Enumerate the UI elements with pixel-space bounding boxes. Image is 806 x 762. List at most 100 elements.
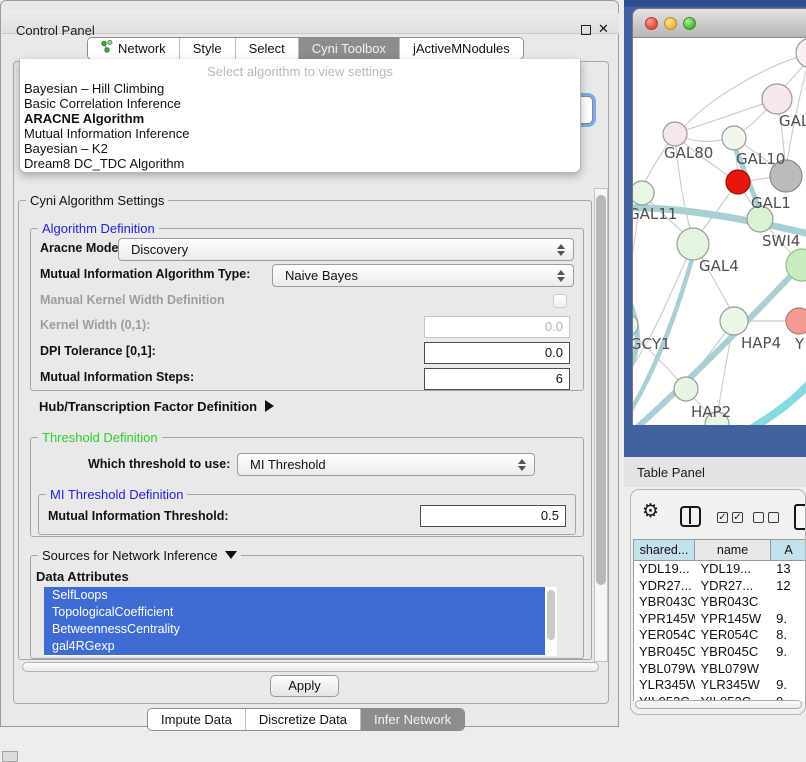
table-row[interactable]: YLR345WYLR345W9. bbox=[634, 677, 806, 694]
table-cell: YBR043C bbox=[634, 594, 695, 611]
network-node[interactable] bbox=[720, 307, 748, 335]
tab-discretize-data[interactable]: Discretize Data bbox=[245, 709, 360, 730]
table-horizontal-scrollbar[interactable] bbox=[635, 700, 802, 709]
table-row[interactable]: YER054CYER054C8. bbox=[634, 627, 806, 644]
gear-icon[interactable]: ⚙ bbox=[642, 500, 659, 523]
tab-select[interactable]: Select bbox=[235, 38, 298, 59]
sources-toggle[interactable]: Sources for Network Inference bbox=[38, 548, 241, 563]
aracne-mode-select[interactable]: Discovery bbox=[118, 238, 574, 261]
attribute-item[interactable]: gal4RGexp bbox=[44, 638, 545, 655]
table-cell: 9. bbox=[771, 677, 806, 694]
table-row[interactable]: YPR145WYPR145W9. bbox=[634, 611, 806, 628]
column-header[interactable]: A bbox=[771, 539, 806, 561]
mi-type-select[interactable]: Naive Bayes bbox=[272, 264, 574, 287]
tab-impute-data[interactable]: Impute Data bbox=[148, 709, 245, 730]
manual-kernel-checkbox[interactable] bbox=[553, 294, 567, 308]
table-cell: YPR145W bbox=[695, 611, 771, 628]
network-node[interactable] bbox=[663, 122, 687, 146]
tab-label: Cyni Toolbox bbox=[312, 38, 386, 59]
node-label: GAL bbox=[779, 112, 806, 130]
table-cell: YBR045C bbox=[695, 644, 771, 661]
network-canvas[interactable]: GALGAL80GAL10GAL1GAL11SWI4GAL4HAP4YGCY1H… bbox=[633, 38, 806, 425]
network-node[interactable] bbox=[722, 126, 746, 150]
table-row[interactable]: YBR045CYBR045C9. bbox=[634, 644, 806, 661]
column-header[interactable]: name bbox=[695, 539, 771, 561]
network-node[interactable] bbox=[762, 84, 792, 114]
apply-button[interactable]: Apply bbox=[270, 675, 339, 697]
zoom-traffic-light-icon[interactable] bbox=[683, 17, 696, 30]
table-row[interactable]: YBL079WYBL079W bbox=[634, 661, 806, 678]
table-cell: 13 bbox=[771, 561, 806, 578]
aracne-mode-value: Discovery bbox=[131, 242, 188, 257]
popup-item[interactable]: Mutual Information Inference bbox=[20, 126, 580, 141]
popup-item[interactable]: ARACNE Algorithm bbox=[20, 111, 580, 126]
popup-item[interactable]: Bayesian – Hill Climbing bbox=[20, 81, 580, 96]
popup-item[interactable]: Basic Correlation Inference bbox=[20, 96, 580, 111]
mi-threshold-field[interactable]: 0.5 bbox=[420, 505, 566, 527]
network-node[interactable] bbox=[726, 170, 750, 194]
popup-item[interactable]: Dream8 DC_TDC Algorithm bbox=[20, 156, 580, 171]
deselect-all-checkboxes-icon[interactable] bbox=[753, 512, 779, 523]
which-threshold-label: Which threshold to use: bbox=[88, 457, 230, 471]
panel-title: Control Panel bbox=[16, 23, 95, 38]
tab-cyni-toolbox[interactable]: Cyni Toolbox bbox=[298, 38, 399, 59]
network-node[interactable] bbox=[674, 377, 698, 401]
data-attributes-list[interactable]: SelfLoopsTopologicalCoefficientBetweenne… bbox=[44, 587, 557, 656]
dpi-tolerance-label: DPI Tolerance [0,1]: bbox=[40, 344, 156, 358]
scrollbar-thumb[interactable] bbox=[596, 195, 606, 585]
network-node[interactable] bbox=[786, 308, 806, 334]
float-icon[interactable] bbox=[581, 25, 591, 35]
table-cell: YER054C bbox=[634, 627, 695, 644]
spinner-icon bbox=[557, 269, 565, 283]
network-node[interactable] bbox=[677, 228, 709, 260]
tab-label: Infer Network bbox=[374, 709, 451, 730]
table-cell: YDL19... bbox=[695, 561, 771, 578]
column-header[interactable]: shared... bbox=[633, 539, 695, 561]
select-all-checkboxes-icon[interactable]: ✓ ✓ bbox=[717, 512, 743, 523]
node-label: HAP2 bbox=[691, 403, 731, 421]
table-panel-card: ⚙ ✓ ✓ shared...nameA YDL19...YDL19...13Y… bbox=[630, 489, 806, 715]
aracne-mode-label: Aracne Mode: bbox=[40, 241, 123, 255]
attribute-item[interactable]: SelfLoops bbox=[44, 587, 545, 604]
mi-steps-label: Mutual Information Steps: bbox=[40, 370, 194, 384]
table-row[interactable]: YDL19...YDL19...13 bbox=[634, 561, 806, 578]
close-icon[interactable]: ✕ bbox=[598, 21, 609, 37]
which-threshold-select[interactable]: MI Threshold bbox=[237, 453, 535, 476]
table-cell: YPR145W bbox=[634, 611, 695, 628]
network-node[interactable] bbox=[796, 38, 806, 68]
tab-style[interactable]: Style bbox=[179, 38, 235, 59]
attribute-item[interactable]: TopologicalCoefficient bbox=[44, 604, 545, 621]
popup-item[interactable]: Bayesian – K2 bbox=[20, 141, 580, 156]
collapse-arrow-icon[interactable] bbox=[225, 551, 237, 559]
hub-definition-toggle[interactable]: Hub/Transcription Factor Definition bbox=[39, 399, 274, 414]
tab-infer-network[interactable]: Infer Network bbox=[360, 709, 464, 730]
sources-title: Sources for Network Inference bbox=[42, 548, 218, 563]
network-node[interactable] bbox=[633, 181, 654, 205]
list-scrollbar-thumb[interactable] bbox=[547, 590, 555, 640]
minimized-window-icon[interactable] bbox=[2, 751, 18, 762]
table-cell: YDR27... bbox=[634, 578, 695, 595]
expand-arrow-icon[interactable] bbox=[265, 400, 274, 412]
tab-label: jActiveMNodules bbox=[413, 38, 510, 59]
network-view-window: GALGAL80GAL10GAL1GAL11SWI4GAL4HAP4YGCY1H… bbox=[632, 8, 806, 425]
popup-placeholder: Select algorithm to view settings bbox=[20, 59, 580, 81]
file-icon[interactable] bbox=[794, 504, 806, 530]
mi-steps-field[interactable]: 6 bbox=[424, 368, 570, 390]
minimize-traffic-light-icon[interactable] bbox=[664, 17, 677, 30]
checked-box-icon: ✓ bbox=[732, 512, 743, 523]
screen: Control Panel ✕ NetworkStyleSelect Cyni T… bbox=[0, 0, 806, 762]
dpi-tolerance-field[interactable]: 0.0 bbox=[424, 342, 570, 364]
settings-vertical-scrollbar[interactable] bbox=[594, 188, 608, 662]
network-window-titlebar[interactable] bbox=[633, 9, 806, 38]
attribute-item[interactable]: BetweennessCentrality bbox=[44, 621, 545, 638]
tab-jactivemnodules[interactable]: jActiveMNodules bbox=[399, 38, 523, 59]
tab-network[interactable]: Network bbox=[88, 38, 179, 59]
control-panel-tabbar: NetworkStyleSelect Cyni Toolbox jActiveMNo… bbox=[87, 37, 524, 60]
close-traffic-light-icon[interactable] bbox=[645, 17, 658, 30]
node-label: GAL4 bbox=[699, 257, 739, 275]
checked-box-icon: ✓ bbox=[717, 512, 728, 523]
settings-horizontal-scrollbar[interactable] bbox=[22, 662, 599, 672]
table-row[interactable]: YBR043CYBR043C bbox=[634, 594, 806, 611]
table-row[interactable]: YDR27...YDR27...12 bbox=[634, 578, 806, 595]
columns-icon[interactable] bbox=[680, 506, 701, 527]
